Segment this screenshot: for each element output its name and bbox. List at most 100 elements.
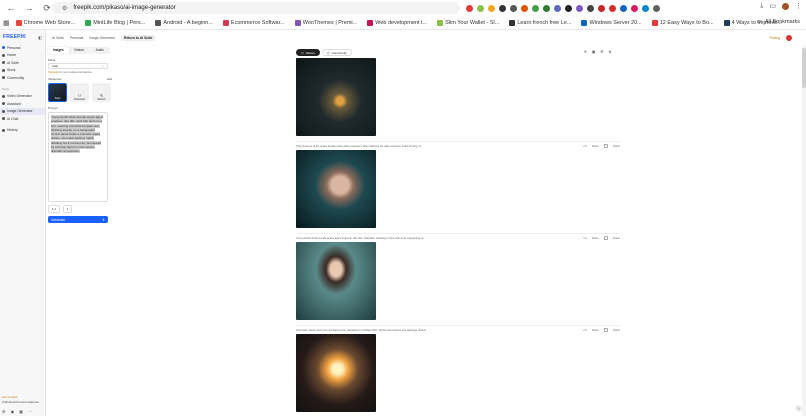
bookmark-item[interactable]: Chrome Web Store... — [15, 19, 75, 26]
user-avatar[interactable] — [786, 35, 792, 41]
share-button[interactable]: Share — [592, 329, 599, 332]
sidebar-item-community[interactable]: Community — [0, 74, 45, 82]
bookmark-item[interactable]: Web development t... — [367, 19, 427, 26]
sidebar-item-ai-suite[interactable]: AI Suite — [0, 59, 45, 67]
add-influence-button[interactable]: Add — [107, 77, 112, 81]
extension-icon[interactable] — [576, 4, 583, 12]
profile-avatar[interactable] — [782, 2, 789, 10]
extension-icon[interactable] — [565, 4, 572, 12]
more-icon[interactable]: ⋯ — [28, 409, 32, 414]
download-icon[interactable]: ⤓ — [760, 2, 763, 10]
extension-icon[interactable] — [587, 4, 594, 12]
extension-icon[interactable] — [543, 4, 550, 12]
tab-search-icon[interactable]: ▭ — [769, 2, 776, 10]
character-option[interactable]: ⚇ Character — [70, 83, 89, 102]
filter-icon[interactable]: ⚟ — [584, 50, 587, 54]
settings-icon[interactable]: ⚙ — [608, 50, 611, 54]
freepik-logo[interactable]: FREEPIK — [3, 34, 26, 40]
generation-prompt[interactable]: Young South Asian female space agent eng… — [296, 237, 426, 240]
apps-icon[interactable]: ▦ — [19, 409, 23, 414]
notification-icon[interactable]: ◉ — [11, 409, 15, 414]
bookmark-item[interactable]: Windows Server 20... — [581, 19, 642, 26]
scrollbar-thumb[interactable] — [802, 48, 806, 88]
extension-icon[interactable] — [609, 4, 616, 12]
pricing-link[interactable]: Pricing — [770, 36, 780, 40]
upgrade-link[interactable]: Upgrade — [48, 71, 58, 74]
page-scrollbar[interactable] — [802, 46, 806, 416]
extension-icon[interactable] — [620, 4, 627, 12]
sidebar-item-history[interactable]: History — [0, 127, 45, 135]
mode-select[interactable]: Auto ⌄ — [48, 63, 108, 69]
generation-prompt[interactable]: Tight close-up of the space female-stock… — [296, 145, 424, 148]
item-actions: 1:1 Share Select — [583, 144, 620, 148]
menu-icon[interactable]: ⋮ — [795, 2, 802, 10]
sidebar-item-image-generator[interactable]: Image Generator — [0, 107, 45, 115]
tab-community[interactable]: ◎ Community — [321, 49, 352, 56]
upgrade-promo[interactable]: Get Limited Unlimited Premium features — [2, 395, 39, 404]
share-button[interactable]: Share — [592, 237, 599, 240]
tab-images[interactable]: Images — [48, 47, 69, 54]
bookmarks-bar: ▦ Chrome Web Store... MintLife Blog | Pe… — [0, 16, 806, 30]
breadcrumb-personal[interactable]: Personal — [70, 36, 83, 40]
tab-videos[interactable]: Videos — [69, 47, 90, 54]
extension-icon[interactable] — [554, 4, 561, 12]
sidebar-item-stock[interactable]: Stock — [0, 67, 45, 75]
bookmark-item[interactable]: 12 Easy Ways to Bo... — [651, 19, 714, 26]
extension-icon[interactable] — [499, 4, 506, 12]
image-count-button[interactable]: 1 — [62, 205, 73, 213]
extension-icon[interactable] — [642, 4, 649, 12]
breadcrumb-ai-suite[interactable]: AI Suite — [52, 36, 64, 40]
tab-history[interactable]: ◷ History — [296, 49, 320, 56]
sidebar-item-ai-chat[interactable]: AI Chat — [0, 115, 45, 123]
select-checkbox[interactable] — [603, 236, 608, 240]
extension-icon[interactable] — [488, 4, 495, 12]
address-bar[interactable]: ⚙ freepik.com/pikaso/ai-image-generator — [52, 2, 460, 14]
share-button[interactable]: Share — [592, 145, 599, 148]
help-icon[interactable]: ? — [795, 405, 802, 412]
extension-icon[interactable] — [466, 4, 473, 12]
select-checkbox[interactable] — [603, 144, 608, 148]
settings-icon[interactable]: ⚙ — [2, 409, 6, 414]
bookmark-item[interactable]: MintLife Blog | Pers... — [85, 19, 145, 26]
collapse-sidebar-icon[interactable]: ◧ — [38, 35, 42, 40]
generate-button[interactable]: Generate ✦ — [48, 216, 108, 223]
bookmark-item[interactable]: Ecommerce Softwar... — [222, 19, 285, 26]
sidebar-item-video-generator[interactable]: Video Generator — [0, 93, 45, 101]
back-icon[interactable]: ← — [4, 1, 18, 15]
bookmark-item[interactable]: Learn french free Le... — [509, 19, 571, 26]
extension-icon[interactable] — [653, 4, 660, 12]
extensions-row — [466, 3, 660, 13]
generation-prompt[interactable]: Cinematic interior shot from the data tu… — [296, 329, 428, 332]
site-info-icon[interactable]: ⚙ — [62, 5, 67, 12]
sketch-option[interactable]: ✎ Sketch — [92, 83, 111, 102]
extension-icon[interactable] — [521, 4, 528, 12]
sidebar-item-home[interactable]: Home — [0, 52, 45, 60]
prompt-textarea[interactable]: Young South Asian female space agent eng… — [48, 112, 108, 202]
list-view-icon[interactable]: ☰ — [600, 50, 603, 54]
extension-icon[interactable] — [631, 4, 638, 12]
return-button[interactable]: Return to AI Suite — [120, 35, 156, 41]
workspace-selector[interactable]: Personal — [0, 44, 45, 52]
breadcrumb-image-generator[interactable]: Image Generator — [89, 36, 115, 40]
bookmark-item[interactable]: Slim Your Wallet - Sl... — [437, 19, 499, 26]
generated-image[interactable] — [296, 58, 376, 136]
sparkle-icon — [2, 61, 5, 65]
generated-image[interactable] — [296, 242, 376, 320]
all-bookmarks-button[interactable]: ▭ All Bookmarks — [757, 19, 800, 25]
extension-icon[interactable] — [532, 4, 539, 12]
generated-image[interactable] — [296, 150, 376, 228]
extension-icon[interactable] — [598, 4, 605, 12]
bookmark-item[interactable]: Android - A beginn... — [155, 19, 213, 26]
grid-view-icon[interactable]: ▦ — [592, 50, 595, 54]
apps-grid-icon[interactable]: ▦ — [3, 19, 10, 27]
sidebar-item-assistant[interactable]: Assistant — [0, 100, 45, 108]
select-checkbox[interactable] — [603, 328, 608, 332]
aspect-ratio-button[interactable]: 1:1 — [48, 205, 60, 213]
bookmark-item[interactable]: WooThemes | Premi... — [294, 19, 357, 26]
style-option[interactable]: Style — [48, 83, 67, 102]
extension-icon[interactable] — [510, 4, 517, 12]
generated-image[interactable] — [296, 334, 376, 412]
forward-icon[interactable]: → — [22, 1, 36, 15]
tab-audio[interactable]: Audio — [89, 47, 110, 54]
extension-icon[interactable] — [477, 4, 484, 12]
